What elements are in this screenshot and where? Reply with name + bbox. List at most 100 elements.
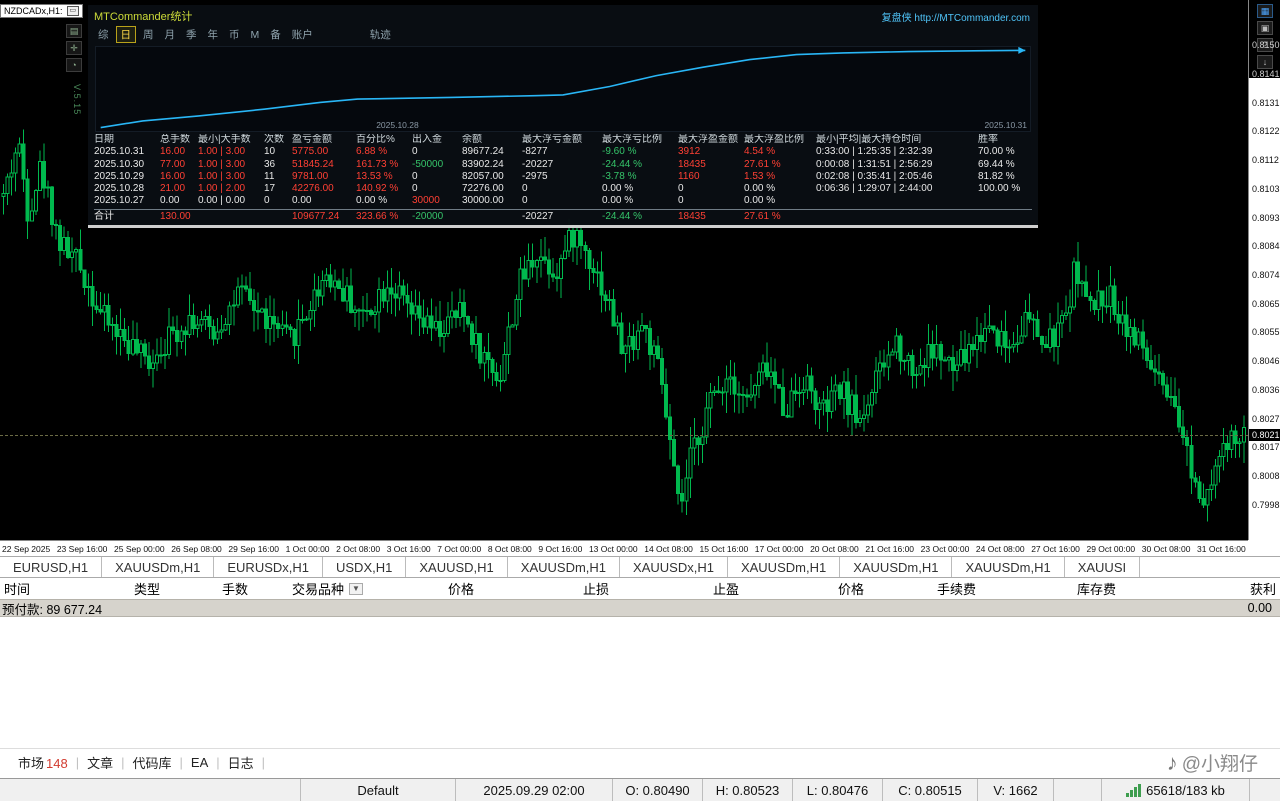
price-scale-label: 0.7998	[1252, 500, 1280, 510]
chart-tab[interactable]: XAUUSI	[1065, 557, 1140, 577]
stats-cell: 13.53 %	[356, 171, 412, 183]
terminal-column-header[interactable]: 获利	[1120, 579, 1280, 598]
stats-tab-周[interactable]: 周	[139, 27, 158, 42]
tab-ea[interactable]: EA	[183, 755, 216, 770]
status-spacer	[1249, 779, 1280, 801]
scroll-down-icon[interactable]: ↓	[1257, 55, 1273, 69]
time-axis-label: 7 Oct 00:00	[437, 544, 481, 554]
chart-tab[interactable]: XAUUSDm,H1	[508, 557, 620, 577]
terminal-column-header[interactable]: 止盈	[613, 579, 743, 598]
stats-tab-季[interactable]: 季	[182, 27, 201, 42]
time-axis-label: 3 Oct 16:00	[387, 544, 431, 554]
terminal-column-header[interactable]: 价格	[398, 579, 478, 598]
stats-cell: 1160	[678, 171, 744, 183]
chart-tab[interactable]: EURUSD,H1	[0, 557, 102, 577]
stats-cell: -20227	[522, 209, 602, 223]
time-axis-label: 23 Sep 16:00	[57, 544, 108, 554]
stats-tab-年[interactable]: 年	[204, 27, 223, 42]
stats-tab-账户[interactable]: 账户	[288, 27, 317, 42]
stats-cell: 0	[412, 146, 462, 158]
stats-cell	[816, 209, 978, 223]
stats-cell: -50000	[412, 159, 462, 171]
time-axis-label: 21 Oct 16:00	[865, 544, 914, 554]
terminal-column-header[interactable]: 时间	[0, 579, 130, 598]
stats-cell: 161.73 %	[356, 159, 412, 171]
panel-window-icon[interactable]: ▣	[1257, 21, 1273, 35]
time-axis-label: 22 Sep 2025	[2, 544, 50, 554]
stats-cell: 6.88 %	[356, 146, 412, 158]
symbol-filter-icon[interactable]: ▼	[349, 583, 363, 595]
chart-tab[interactable]: XAUUSDm,H1	[952, 557, 1064, 577]
terminal-column-header[interactable]: 手续费	[868, 579, 980, 598]
chart-tab[interactable]: XAUUSD,H1	[406, 557, 507, 577]
terminal-column-label: 手数	[222, 579, 248, 598]
equity-chart: 2025.10.28 2025.10.31	[95, 46, 1031, 132]
indicator-icon[interactable]: ▤	[66, 24, 82, 38]
stats-cell: 百分比%	[356, 134, 412, 146]
stats-cell: 0.00 %	[744, 195, 816, 207]
chart-tab[interactable]: XAUUSDm,H1	[102, 557, 214, 577]
margin-value: 预付款: 89 677.24	[2, 599, 102, 618]
tab-codebase[interactable]: 代码库	[125, 753, 180, 772]
stats-cell	[198, 209, 264, 223]
status-spacer	[0, 779, 300, 801]
stats-cell	[462, 209, 522, 223]
stats-cell	[264, 209, 292, 223]
time-axis-label: 2 Oct 08:00	[336, 544, 380, 554]
terminal-column-header[interactable]: 手数	[218, 579, 288, 598]
price-scale-label: 0.8093	[1252, 213, 1280, 223]
tab-market[interactable]: 市场148	[10, 753, 76, 772]
terminal-column-header[interactable]: 库存费	[980, 579, 1120, 598]
stats-cell: 0	[412, 171, 462, 183]
stats-table: 日期总手数最小|大手数次数盈亏金额百分比%出入金余额最大浮亏金额最大浮亏比例最大…	[88, 132, 1038, 223]
terminal-column-header[interactable]: 价格	[743, 579, 868, 598]
restore-window-icon[interactable]: ▭	[67, 6, 80, 16]
clock-icon[interactable]: ◔	[66, 58, 82, 72]
tab-articles[interactable]: 文章	[79, 753, 121, 772]
stats-cell: 69.44 %	[978, 159, 1032, 171]
version-label: V.5.15	[72, 84, 82, 115]
chart-tab[interactable]: EURUSDx,H1	[214, 557, 323, 577]
price-scale-label: 0.8065	[1252, 299, 1280, 309]
stats-cell: 2025.10.29	[94, 171, 160, 183]
terminal-column-header[interactable]: 类型	[130, 579, 218, 598]
stats-cell: 0.00 %	[744, 183, 816, 195]
time-axis-label: 29 Sep 16:00	[228, 544, 279, 554]
stats-tab-M[interactable]: M	[247, 29, 264, 41]
stats-panel[interactable]: MTCommander统计 复盘侠 http://MTCommander.com…	[88, 5, 1038, 228]
status-connection: 65618/183 kb	[1101, 779, 1249, 801]
stats-cell: 9781.00	[292, 171, 356, 183]
stats-tab-综[interactable]: 综	[94, 27, 113, 42]
price-scale[interactable]: ▦ ▣ ? ↓ 0.8021 0.81500.81410.81310.81220…	[1248, 0, 1280, 540]
stats-tab-月[interactable]: 月	[161, 27, 180, 42]
tab-journal[interactable]: 日志	[220, 753, 262, 772]
panel-settings-icon[interactable]: ▦	[1257, 4, 1273, 18]
stats-cell: 0	[678, 195, 744, 207]
terminal-column-header[interactable]: 止损	[478, 579, 613, 598]
stats-tab-备[interactable]: 备	[266, 27, 285, 42]
chart-tab[interactable]: XAUUSDm,H1	[840, 557, 952, 577]
chart-tab[interactable]: XAUUSDx,H1	[620, 557, 728, 577]
stats-tab-币[interactable]: 币	[225, 27, 244, 42]
stats-cell: -8277	[522, 146, 602, 158]
bid-price-line	[0, 435, 1248, 436]
stats-cell: 最小|大手数	[198, 134, 264, 146]
scale-toolbar: ▦ ▣ ? ↓	[1249, 0, 1280, 78]
stats-cell: 16.00	[160, 171, 198, 183]
stats-cell: 0:02:08 | 0:35:41 | 2:05:46	[816, 171, 978, 183]
terminal-column-header[interactable]: 交易品种▼	[288, 579, 398, 598]
stats-cell: 72276.00	[462, 183, 522, 195]
stats-cell: 0.00 %	[602, 183, 678, 195]
chart-tab[interactable]: XAUUSDm,H1	[728, 557, 840, 577]
chart-window-titlebar[interactable]: NZDCADx,H1: ▭	[0, 4, 83, 18]
status-profile[interactable]: Default	[300, 779, 455, 801]
stats-cell: -9.60 %	[602, 146, 678, 158]
stats-panel-link[interactable]: 复盘侠 http://MTCommander.com	[882, 9, 1030, 24]
stats-cell: 合计	[94, 209, 160, 223]
stats-tab-trajectory[interactable]: 轨迹	[366, 27, 395, 42]
stats-tab-日[interactable]: 日	[116, 26, 137, 43]
crosshair-icon[interactable]: ✛	[66, 41, 82, 55]
chart-tab[interactable]: USDX,H1	[323, 557, 406, 577]
time-axis[interactable]: 22 Sep 202523 Sep 16:0025 Sep 00:0026 Se…	[0, 540, 1248, 556]
stats-cell: 0	[522, 195, 602, 207]
